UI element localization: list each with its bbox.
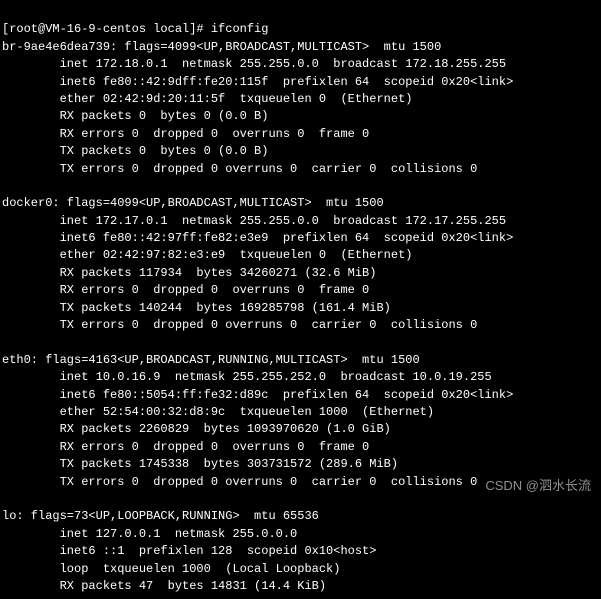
iface-eth0-tx-packets: TX packets 1745338 bytes 303731572 (289.…: [2, 457, 398, 471]
iface-docker0-rx-errors: RX errors 0 dropped 0 overruns 0 frame 0: [2, 283, 369, 297]
iface-eth0-tx-errors: TX errors 0 dropped 0 overruns 0 carrier…: [2, 475, 477, 489]
iface-docker0-rx-packets: RX packets 117934 bytes 34260271 (32.6 M…: [2, 266, 376, 280]
iface-eth0-ether: ether 52:54:00:32:d8:9c txqueuelen 1000 …: [2, 405, 434, 419]
command: ifconfig: [211, 22, 269, 36]
iface-br-inet: inet 172.18.0.1 netmask 255.255.0.0 broa…: [2, 57, 506, 71]
iface-docker0-inet6: inet6 fe80::42:97ff:fe82:e3e9 prefixlen …: [2, 231, 513, 245]
iface-docker0-inet: inet 172.17.0.1 netmask 255.255.0.0 broa…: [2, 214, 506, 228]
terminal-output[interactable]: [root@VM-16-9-centos local]# ifconfig br…: [0, 0, 601, 599]
watermark: CSDN @泗水长流: [485, 477, 591, 496]
iface-lo-inet6: inet6 ::1 prefixlen 128 scopeid 0x10<hos…: [2, 544, 376, 558]
iface-eth0-inet: inet 10.0.16.9 netmask 255.255.252.0 bro…: [2, 370, 492, 384]
iface-docker0-tx-packets: TX packets 140244 bytes 169285798 (161.4…: [2, 301, 391, 315]
iface-eth0-inet6: inet6 fe80::5054:ff:fe32:d89c prefixlen …: [2, 388, 513, 402]
iface-br-tx-errors: TX errors 0 dropped 0 overruns 0 carrier…: [2, 162, 477, 176]
iface-br-ether: ether 02:42:9d:20:11:5f txqueuelen 0 (Et…: [2, 92, 412, 106]
iface-lo-loop: loop txqueuelen 1000 (Local Loopback): [2, 562, 340, 576]
iface-eth0-rx-errors: RX errors 0 dropped 0 overruns 0 frame 0: [2, 440, 369, 454]
iface-br-rx-errors: RX errors 0 dropped 0 overruns 0 frame 0: [2, 127, 369, 141]
prompt: [root@VM-16-9-centos local]#: [2, 22, 211, 36]
iface-br-inet6: inet6 fe80::42:9dff:fe20:115f prefixlen …: [2, 75, 513, 89]
iface-docker0-tx-errors: TX errors 0 dropped 0 overruns 0 carrier…: [2, 318, 477, 332]
iface-docker0-ether: ether 02:42:97:82:e3:e9 txqueuelen 0 (Et…: [2, 248, 412, 262]
iface-eth0-header: eth0: flags=4163<UP,BROADCAST,RUNNING,MU…: [2, 353, 420, 367]
iface-docker0-header: docker0: flags=4099<UP,BROADCAST,MULTICA…: [2, 196, 384, 210]
iface-br-header: br-9ae4e6dea739: flags=4099<UP,BROADCAST…: [2, 40, 441, 54]
iface-lo-rx-packets: RX packets 47 bytes 14831 (14.4 KiB): [2, 579, 326, 593]
iface-lo-inet: inet 127.0.0.1 netmask 255.0.0.0: [2, 527, 297, 541]
iface-eth0-rx-packets: RX packets 2260829 bytes 1093970620 (1.0…: [2, 422, 391, 436]
iface-br-tx-packets: TX packets 0 bytes 0 (0.0 B): [2, 144, 268, 158]
iface-lo-header: lo: flags=73<UP,LOOPBACK,RUNNING> mtu 65…: [2, 509, 319, 523]
iface-br-rx-packets: RX packets 0 bytes 0 (0.0 B): [2, 109, 268, 123]
